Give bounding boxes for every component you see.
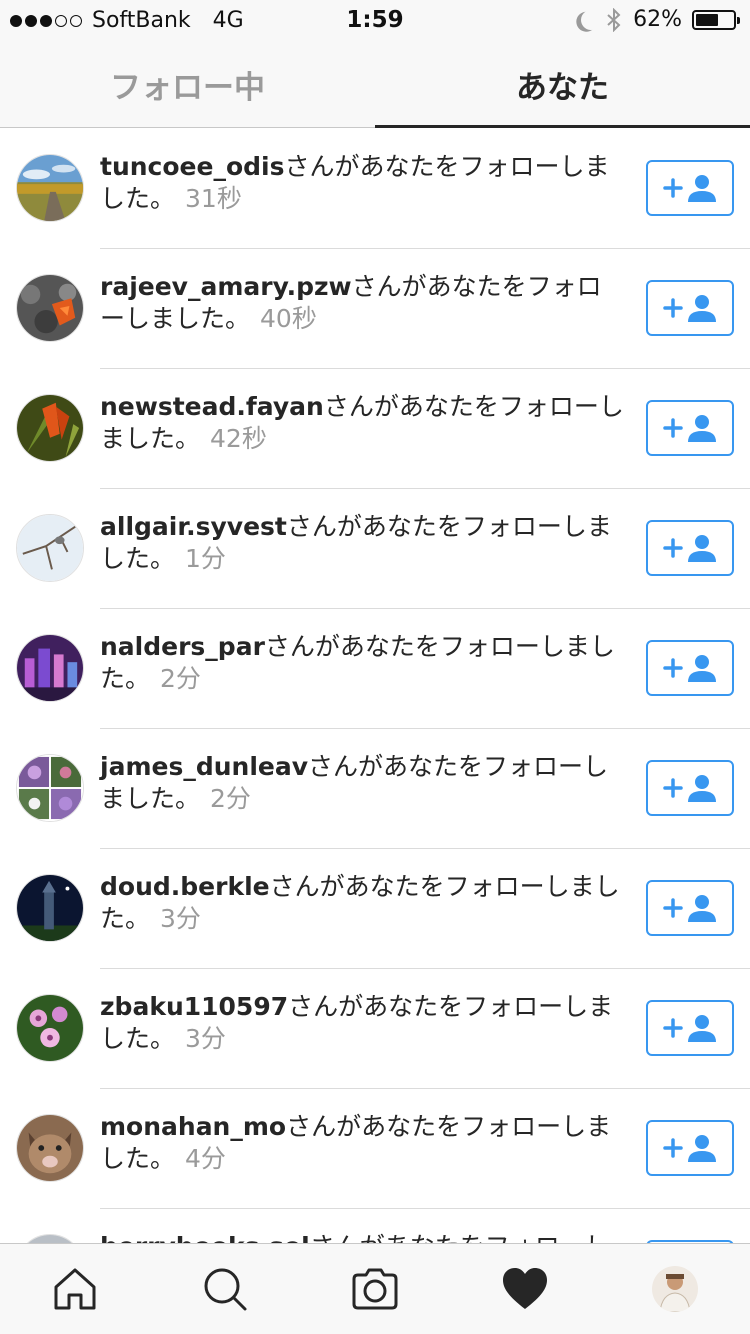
- timestamp: 2分: [160, 664, 201, 693]
- notification-text: monahan_moさんがあなたをフォローしました。 4分: [100, 1111, 625, 1175]
- username-link[interactable]: tuncoee_odis: [100, 152, 284, 181]
- notification-list[interactable]: tuncoee_odisさんがあなたをフォローしました。 31秒 rajeev_am…: [0, 129, 750, 1243]
- timestamp: 1分: [185, 544, 226, 573]
- username-link[interactable]: monahan_mo: [100, 1112, 286, 1141]
- add-user-icon: [663, 1135, 716, 1162]
- nav-home[interactable]: [0, 1244, 150, 1334]
- follow-back-button[interactable]: [646, 280, 734, 336]
- list-item[interactable]: tuncoee_odisさんがあなたをフォローしました。 31秒: [0, 129, 750, 249]
- timestamp: 3分: [160, 904, 201, 933]
- bluetooth-icon: [607, 7, 621, 32]
- timestamp: 4分: [185, 1144, 226, 1173]
- follow-back-button[interactable]: [646, 520, 734, 576]
- username-link[interactable]: rajeev_amary.pzw: [100, 272, 352, 301]
- follow-back-button[interactable]: [646, 880, 734, 936]
- add-user-icon: [663, 895, 716, 922]
- timestamp: 40秒: [260, 304, 317, 333]
- list-item[interactable]: monahan_moさんがあなたをフォローしました。 4分: [0, 1089, 750, 1209]
- list-item[interactable]: nalders_parさんがあなたをフォローしました。 2分: [0, 609, 750, 729]
- search-icon: [204, 1268, 247, 1311]
- list-item[interactable]: zbaku110597さんがあなたをフォローしました。 3分: [0, 969, 750, 1089]
- add-user-icon: [663, 295, 716, 322]
- list-item[interactable]: doud.berkleさんがあなたをフォローしました。 3分: [0, 849, 750, 969]
- user-avatar[interactable]: [16, 1234, 84, 1243]
- notification-text: nalders_parさんがあなたをフォローしました。 2分: [100, 631, 625, 695]
- status-right: 62%: [575, 7, 740, 33]
- user-avatar[interactable]: [16, 1114, 84, 1182]
- add-user-icon: [663, 1015, 716, 1042]
- battery-fill: [696, 13, 719, 26]
- username-link[interactable]: nalders_par: [100, 632, 265, 661]
- heart-icon: [503, 1268, 547, 1309]
- nav-profile[interactable]: [600, 1244, 750, 1334]
- notification-text: zbaku110597さんがあなたをフォローしました。 3分: [100, 991, 625, 1055]
- follow-back-button[interactable]: [646, 1000, 734, 1056]
- nav-activity[interactable]: [450, 1244, 600, 1334]
- bottom-nav: [0, 1243, 750, 1334]
- camera-icon: [352, 1268, 398, 1310]
- notification-text: tuncoee_odisさんがあなたをフォローしました。 31秒: [100, 151, 625, 215]
- user-avatar[interactable]: [16, 874, 84, 942]
- user-avatar[interactable]: [16, 634, 84, 702]
- notification-text: allgair.syvestさんがあなたをフォローしました。 1分: [100, 511, 625, 575]
- nav-search[interactable]: [150, 1244, 300, 1334]
- tab-you[interactable]: あなた: [375, 42, 750, 128]
- add-user-icon: [663, 175, 716, 202]
- add-user-icon: [663, 415, 716, 442]
- follow-back-button[interactable]: [646, 640, 734, 696]
- tab-following[interactable]: フォロー中: [0, 42, 375, 127]
- battery-icon: [692, 9, 740, 30]
- notification-text: berrybooks.solさんがあなたをフォローしました。: [100, 1231, 625, 1243]
- notification-text: doud.berkleさんがあなたをフォローしました。 3分: [100, 871, 625, 935]
- user-avatar[interactable]: [16, 154, 84, 222]
- home-icon: [54, 1268, 96, 1310]
- add-user-icon: [663, 655, 716, 682]
- username-link[interactable]: james_dunleav: [100, 752, 308, 781]
- list-item[interactable]: berrybooks.solさんがあなたをフォローしました。: [0, 1209, 750, 1243]
- nav-camera[interactable]: [300, 1244, 450, 1334]
- list-item[interactable]: newstead.fayanさんがあなたをフォローしました。 42秒: [0, 369, 750, 489]
- follow-back-button[interactable]: [646, 1120, 734, 1176]
- notification-text: rajeev_amary.pzwさんがあなたをフォローしました。 40秒: [100, 271, 625, 335]
- list-item[interactable]: james_dunleavさんがあなたをフォローしました。 2分: [0, 729, 750, 849]
- user-avatar[interactable]: [16, 994, 84, 1062]
- list-item[interactable]: allgair.syvestさんがあなたをフォローしました。 1分: [0, 489, 750, 609]
- add-user-icon: [663, 535, 716, 562]
- username-link[interactable]: berrybooks.sol: [100, 1232, 310, 1243]
- follow-back-button[interactable]: [646, 400, 734, 456]
- user-avatar[interactable]: [16, 514, 84, 582]
- profile-avatar: [652, 1266, 698, 1312]
- timestamp: 42秒: [210, 424, 267, 453]
- battery-percent: 62%: [633, 7, 682, 32]
- notification-text: newstead.fayanさんがあなたをフォローしました。 42秒: [100, 391, 625, 455]
- username-link[interactable]: allgair.syvest: [100, 512, 287, 541]
- username-link[interactable]: newstead.fayan: [100, 392, 324, 421]
- user-avatar[interactable]: [16, 274, 84, 342]
- do-not-disturb-icon: [578, 7, 604, 33]
- follow-back-button[interactable]: [646, 760, 734, 816]
- timestamp: 31秒: [185, 184, 242, 213]
- notification-text: james_dunleavさんがあなたをフォローしました。 2分: [100, 751, 625, 815]
- timestamp: 3分: [185, 1024, 226, 1053]
- timestamp: 2分: [210, 784, 251, 813]
- username-link[interactable]: doud.berkle: [100, 872, 270, 901]
- add-user-icon: [663, 775, 716, 802]
- status-bar: SoftBank 4G 1:59 62%: [0, 0, 750, 42]
- list-item[interactable]: rajeev_amary.pzwさんがあなたをフォローしました。 40秒: [0, 249, 750, 369]
- user-avatar[interactable]: [16, 394, 84, 462]
- follow-back-button[interactable]: [646, 160, 734, 216]
- activity-tabs: フォロー中 あなた: [0, 42, 750, 128]
- username-link[interactable]: zbaku110597: [100, 992, 288, 1021]
- user-avatar[interactable]: [16, 754, 84, 822]
